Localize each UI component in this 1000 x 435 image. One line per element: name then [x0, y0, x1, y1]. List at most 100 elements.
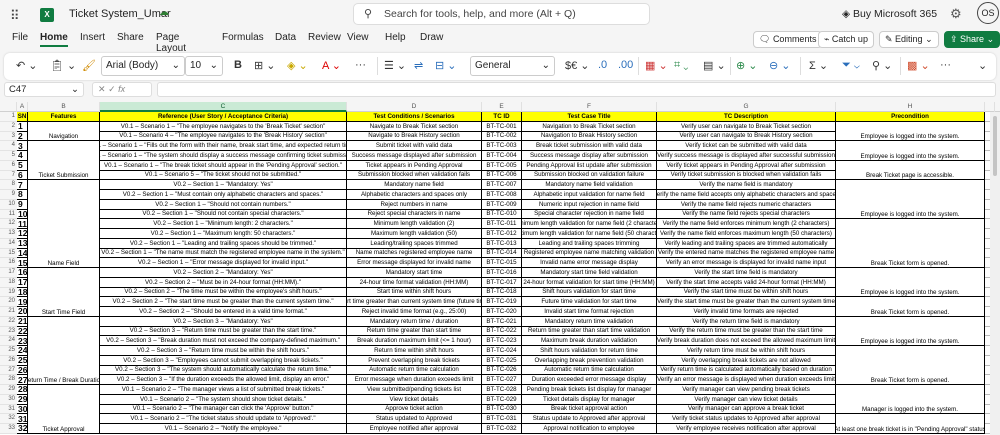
app-launcher-icon[interactable]: ⠿	[10, 8, 20, 24]
row-header[interactable]: 26	[0, 355, 17, 366]
menu-tab-data[interactable]: Data	[275, 32, 296, 43]
merge-icon[interactable]: ⊟ ⌄	[435, 59, 457, 72]
select-all-corner[interactable]	[0, 102, 17, 112]
scrollbar-thumb[interactable]	[993, 116, 997, 176]
catch-up-button[interactable]: ⌁ Catch up	[818, 31, 874, 48]
menu-tab-file[interactable]: File	[12, 32, 28, 43]
menu-tab-share[interactable]: Share	[117, 32, 144, 43]
avatar[interactable]: OS	[977, 2, 999, 24]
row-header[interactable]: 29	[0, 385, 17, 395]
menu-tab-review[interactable]: Review	[308, 32, 341, 43]
menu-tab-home[interactable]: Home	[40, 32, 68, 47]
bold-icon[interactable]: B	[234, 59, 242, 71]
row-header[interactable]: 12	[0, 219, 17, 229]
search-box[interactable]: ⚲ Search for tools, help, and more (Alt +…	[353, 3, 650, 25]
row-header[interactable]: 21	[0, 307, 17, 317]
row-header[interactable]: 22	[0, 316, 17, 327]
menu-tab-help[interactable]: Help	[385, 32, 406, 43]
row-header[interactable]: 19	[0, 287, 17, 298]
fill-color-icon[interactable]: ◈ ⌄	[287, 59, 308, 72]
column-header-i[interactable]	[985, 102, 995, 112]
row-header[interactable]: 20	[0, 297, 17, 307]
menu-tab-page-layout[interactable]: Page Layout	[156, 32, 186, 54]
add-ins-icon[interactable]: ▩ ⌄	[907, 59, 930, 72]
editing-mode-button[interactable]: ✎ Editing ⌄	[879, 31, 939, 48]
row-header[interactable]: 16	[0, 258, 17, 268]
row-header[interactable]: 9	[0, 190, 17, 200]
find-icon[interactable]: ⚲ ⌄	[872, 59, 892, 72]
currency-icon[interactable]: $€ ⌄	[565, 59, 590, 72]
row-header[interactable]: 32	[0, 414, 17, 424]
column-header-a[interactable]: A	[17, 102, 28, 112]
menu-tab-insert[interactable]: Insert	[80, 32, 105, 43]
saved-cloud-icon[interactable]: ☁	[159, 7, 169, 18]
row-header[interactable]: 11	[0, 209, 17, 220]
column-header-g[interactable]: G	[657, 102, 836, 112]
sort-filter-icon[interactable]: ⏷ ⌄	[842, 59, 860, 72]
decrease-decimal-icon[interactable]: .00	[618, 59, 633, 71]
row-header[interactable]: 2	[0, 121, 17, 132]
row-header[interactable]: 10	[0, 199, 17, 210]
row-header[interactable]: 14	[0, 238, 17, 249]
row-header[interactable]: 17	[0, 268, 17, 278]
delete-cells-icon[interactable]: ⊖ ⌄	[769, 59, 791, 72]
more-icon[interactable]: ···	[355, 59, 366, 71]
comments-button[interactable]: 🗨 Comments	[753, 31, 823, 48]
row-header[interactable]: 30	[0, 394, 17, 405]
buy-microsoft-365-link[interactable]: ◈ Buy Microsoft 365	[842, 8, 937, 20]
row-header[interactable]: 25	[0, 346, 17, 356]
row-header[interactable]: 27	[0, 365, 17, 376]
font-color-icon[interactable]: A ⌄	[322, 59, 341, 72]
row-header[interactable]: 24	[0, 336, 17, 346]
row-header[interactable]: 6	[0, 160, 17, 171]
column-header-c[interactable]: C	[100, 102, 347, 112]
name-box[interactable]: C47 ⌄	[4, 82, 84, 97]
spreadsheet-grid[interactable]: ABCDEFGH 1 SN Features Reference (User Stor…	[0, 102, 1000, 435]
row-header[interactable]: 33	[0, 424, 17, 434]
overflow-menu-icon[interactable]: ···	[940, 59, 951, 71]
column-header-e[interactable]: E	[482, 102, 522, 112]
menu-tab-formulas[interactable]: Formulas	[222, 32, 264, 43]
cancel-icon[interactable]: ✕	[98, 84, 106, 94]
row-header[interactable]: 13	[0, 229, 17, 239]
row-header[interactable]: 15	[0, 248, 17, 259]
borders-icon[interactable]: ⊞ ⌄	[254, 59, 276, 72]
row-header[interactable]: 8	[0, 180, 17, 190]
paste-icon[interactable]: 📋︎ ⌄	[50, 59, 76, 72]
row-header[interactable]: 28	[0, 375, 17, 385]
align-icon[interactable]: ☰ ⌄	[384, 59, 406, 72]
format-table-icon[interactable]: ⌗ ⌄	[674, 59, 688, 72]
undo-icon[interactable]: ↶ ⌄	[16, 59, 38, 72]
function-icon[interactable]: fx	[118, 84, 125, 94]
insert-cells-icon[interactable]: ⊕ ⌄	[736, 59, 758, 72]
wrap-text-icon[interactable]: ⇌	[414, 59, 423, 72]
font-size-select[interactable]: 10 ⌄	[185, 56, 223, 76]
formula-input[interactable]	[157, 82, 996, 97]
expand-ribbon-icon[interactable]: ⌄	[978, 59, 987, 72]
number-format-select[interactable]: General ⌄	[470, 56, 555, 76]
confirm-icon[interactable]: ✓	[108, 84, 116, 94]
increase-decimal-icon[interactable]: .0	[598, 59, 607, 71]
row-header[interactable]: 7	[0, 170, 17, 181]
column-header-d[interactable]: D	[347, 102, 482, 112]
vertical-scrollbar[interactable]	[990, 112, 1000, 435]
share-button[interactable]: ⇪ Share ⌄	[944, 31, 1000, 48]
menu-tab-draw[interactable]: Draw	[420, 32, 443, 43]
document-title[interactable]: Ticket System_Umar	[69, 8, 171, 20]
row-header[interactable]: 4	[0, 141, 17, 151]
cell-styles-icon[interactable]: ▤ ⌄	[703, 59, 726, 72]
column-header-h[interactable]: H	[836, 102, 985, 112]
row-header[interactable]: 5	[0, 151, 17, 161]
autosum-icon[interactable]: Σ ⌄	[809, 59, 828, 72]
row-header[interactable]: 31	[0, 404, 17, 415]
column-header-b[interactable]: B	[28, 102, 100, 112]
format-painter-icon[interactable]: 🖌︎	[82, 59, 96, 72]
row-header[interactable]: 18	[0, 277, 17, 288]
gear-icon[interactable]: ⚙	[950, 6, 962, 22]
menu-tab-view[interactable]: View	[347, 32, 369, 43]
conditional-format-icon[interactable]: ▦ ⌄	[645, 59, 668, 72]
font-family-select[interactable]: Arial (Body) ⌄	[101, 56, 185, 76]
column-header-f[interactable]: F	[522, 102, 657, 112]
row-header[interactable]: 23	[0, 326, 17, 337]
row-header[interactable]: 3	[0, 131, 17, 142]
